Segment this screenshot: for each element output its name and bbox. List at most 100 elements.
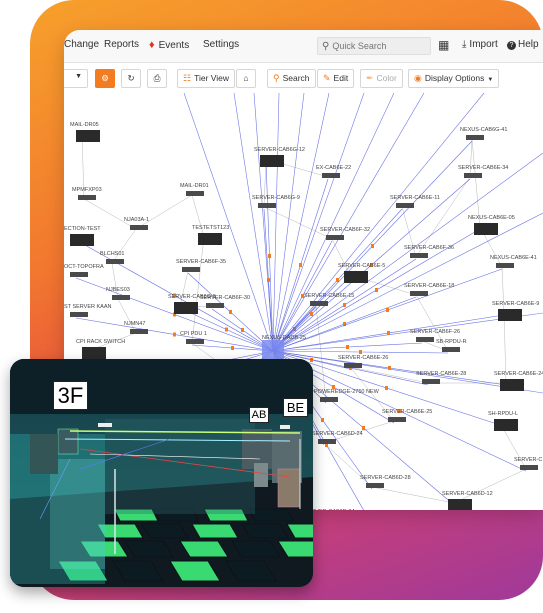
tier-view-button[interactable]: ☷ Tier View (177, 69, 236, 88)
device-icon[interactable] (310, 301, 328, 306)
device-icon[interactable] (520, 465, 538, 470)
device-icon[interactable] (388, 417, 406, 422)
device-icon[interactable] (410, 291, 428, 296)
menu-settings[interactable]: Settings (203, 39, 239, 50)
graph-node[interactable]: SERVER-CAB6E-9 (492, 301, 539, 321)
quick-search-input[interactable] (332, 41, 419, 51)
device-icon[interactable] (76, 130, 100, 142)
graph-node[interactable]: ST SERVER KAAN (64, 304, 112, 317)
device-icon[interactable] (106, 259, 124, 264)
device-icon[interactable] (448, 499, 472, 510)
device-icon[interactable] (422, 379, 440, 384)
menu-change[interactable]: Change (64, 39, 99, 50)
device-icon[interactable] (70, 234, 94, 246)
display-options-button[interactable]: ◉ Display Options ▼ (408, 69, 500, 88)
device-icon[interactable] (396, 203, 414, 208)
graph-node[interactable]: SERVER-CAB6G-9 (252, 195, 300, 208)
device-icon[interactable] (320, 397, 338, 402)
graph-node[interactable]: SERVER-CAB6E-15 (304, 293, 354, 306)
graph-node[interactable]: SERVER-CAB6D-28 (360, 475, 411, 488)
device-icon[interactable] (70, 312, 88, 317)
graph-node[interactable]: POWEREDGE-2750 NEW (314, 389, 380, 402)
search-button[interactable]: ⚲ Search (267, 69, 316, 88)
graph-node[interactable]: NEXUS-CAB6E-05 (468, 215, 515, 235)
view-dropdown[interactable]: ▼ (64, 69, 88, 88)
graph-node[interactable]: MPMFXP03 (72, 187, 102, 200)
import-button[interactable]: ⤓ Import (462, 39, 498, 50)
device-icon[interactable] (82, 347, 106, 359)
device-icon[interactable] (70, 272, 88, 277)
graph-node[interactable]: NJMN47 (124, 321, 148, 334)
graph-node[interactable]: SERVER-CAB6E-5 (338, 263, 385, 283)
device-icon[interactable] (410, 253, 428, 258)
device-icon[interactable] (498, 309, 522, 321)
quick-search[interactable]: ⚲ (317, 37, 431, 55)
rack-unit[interactable] (30, 434, 58, 474)
rack-unit[interactable] (277, 468, 301, 508)
device-icon[interactable] (130, 225, 148, 230)
device-icon[interactable] (318, 439, 336, 444)
calendar-icon[interactable]: ▦ (438, 38, 449, 52)
graph-node[interactable]: CPI RACK SWITCH (76, 339, 125, 359)
graph-node[interactable]: SERVER-CAB6G-12 (254, 147, 305, 167)
graph-node[interactable]: SERVER-CAB6E-24 (494, 371, 543, 391)
settings-button[interactable]: ⚙ (95, 69, 115, 88)
device-icon[interactable] (366, 483, 384, 488)
print-button[interactable]: ⎙ (147, 69, 167, 88)
graph-node[interactable]: NEXUS-CAB6E-41 (490, 255, 537, 268)
device-icon[interactable] (206, 303, 224, 308)
datacenter-3d-view[interactable]: 3F AB BE (10, 359, 313, 587)
graph-node[interactable]: EX-CAB6E-22 (316, 165, 351, 178)
graph-node[interactable]: SERVER-CAB6F-32 (320, 227, 370, 240)
device-icon[interactable] (260, 155, 284, 167)
device-icon[interactable] (258, 203, 276, 208)
device-icon[interactable] (174, 302, 198, 314)
graph-node[interactable]: NEXUS-CAB6G-41 (460, 127, 507, 140)
device-icon[interactable] (344, 271, 368, 283)
graph-node[interactable]: SERVER-CAB6F-36 (404, 245, 454, 258)
graph-node[interactable]: SERVER-CAB6E-34 (458, 165, 508, 178)
graph-node[interactable]: ECTION-TEST (64, 226, 101, 246)
graph-node[interactable]: SERVER-CAB6D-12 (442, 491, 493, 510)
graph-node[interactable]: MAIL-DR05 (70, 122, 100, 142)
device-icon[interactable] (130, 329, 148, 334)
graph-node[interactable]: SERVER-C (514, 457, 542, 470)
refresh-button[interactable]: ↻ (121, 69, 141, 88)
graph-node[interactable]: BLCHS01 (100, 251, 124, 264)
device-icon[interactable] (474, 223, 498, 235)
device-icon[interactable] (326, 235, 344, 240)
device-icon[interactable] (112, 295, 130, 300)
hub-node[interactable]: NEXUS-DADB-25 (262, 335, 306, 362)
edit-button[interactable]: ✎ Edit (317, 69, 355, 88)
rack-unit[interactable] (57, 428, 79, 455)
device-icon[interactable] (494, 419, 518, 431)
device-icon[interactable] (78, 195, 96, 200)
device-icon[interactable] (416, 337, 434, 342)
graph-node[interactable]: TESTETST123 (192, 225, 229, 245)
graph-node-label: ECTION-TEST (64, 226, 101, 232)
device-icon[interactable] (496, 263, 514, 268)
device-icon[interactable] (322, 173, 340, 178)
graph-node[interactable]: SERVER-CAB6E-18 (404, 283, 454, 296)
device-icon[interactable] (500, 379, 524, 391)
device-icon[interactable] (186, 339, 204, 344)
graph-node-label: NEXUS-CAB6G-41 (460, 127, 507, 133)
help-button[interactable]: ? Help (507, 39, 539, 50)
device-icon[interactable] (464, 173, 482, 178)
device-icon[interactable] (186, 191, 204, 196)
graph-node[interactable]: OCT-TOPOFRA (64, 264, 104, 277)
menu-events[interactable]: ♦ Events (149, 39, 189, 51)
device-icon[interactable] (182, 267, 200, 272)
device-icon[interactable] (198, 233, 222, 245)
menu-reports[interactable]: Reports (104, 39, 139, 50)
color-button[interactable]: ✒ Color (360, 69, 403, 88)
graph-node[interactable]: SH-RPDU-L (488, 411, 518, 431)
graph-node[interactable]: MAIL-DR01 (180, 183, 209, 196)
home-button[interactable]: ⌂ (236, 69, 256, 88)
rack-unit[interactable] (254, 463, 268, 487)
graph-node[interactable]: SERVER-CAB6E-28 (416, 371, 466, 384)
device-icon[interactable] (466, 135, 484, 140)
device-icon[interactable] (442, 347, 460, 352)
device-icon[interactable] (344, 363, 362, 368)
graph-node[interactable]: SB-RPDU-R (436, 339, 467, 352)
